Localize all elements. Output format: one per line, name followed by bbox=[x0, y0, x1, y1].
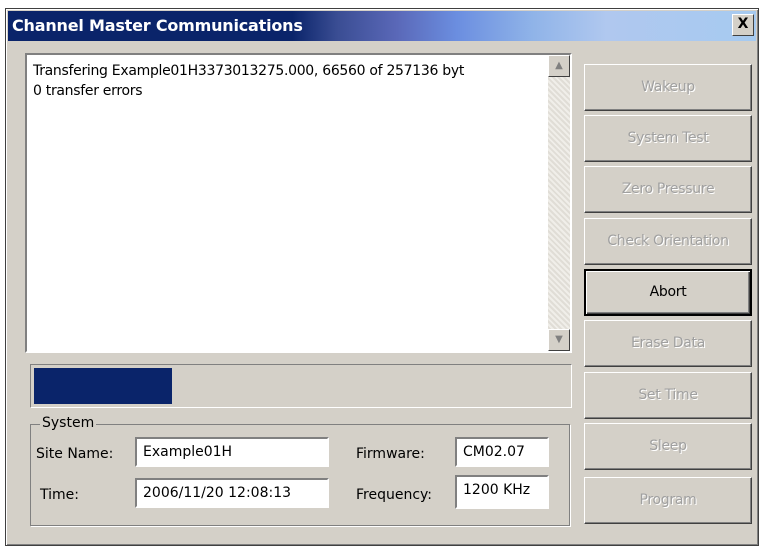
system-group-legend: System bbox=[40, 415, 97, 431]
transfer-log[interactable]: Transfering Example01H3373013275.000, 66… bbox=[25, 53, 572, 353]
close-button[interactable]: X bbox=[732, 14, 754, 36]
abort-button[interactable]: Abort bbox=[584, 269, 752, 316]
erase-data-button[interactable]: Erase Data bbox=[584, 320, 752, 367]
frequency-label: Frequency: bbox=[356, 487, 433, 503]
system-test-button[interactable]: System Test bbox=[584, 115, 752, 162]
site-name-label: Site Name: bbox=[36, 446, 114, 462]
firmware-label: Firmware: bbox=[356, 446, 425, 462]
log-line: Transfering Example01H3373013275.000, 66… bbox=[33, 63, 465, 79]
site-name-field[interactable]: Example01H bbox=[135, 437, 329, 467]
window-title: Channel Master Communications bbox=[12, 16, 303, 35]
scroll-up-arrow-icon[interactable]: ▲ bbox=[548, 55, 570, 77]
firmware-field[interactable]: CM02.07 bbox=[455, 437, 549, 467]
close-icon: X bbox=[737, 16, 749, 32]
log-scrollbar[interactable]: ▲ ▼ bbox=[548, 55, 570, 351]
progress-fill bbox=[34, 368, 172, 404]
time-label: Time: bbox=[40, 487, 79, 503]
scroll-down-arrow-icon[interactable]: ▼ bbox=[548, 329, 570, 351]
check-orientation-button[interactable]: Check Orientation bbox=[584, 218, 752, 265]
title-bar[interactable]: Channel Master Communications X bbox=[8, 11, 756, 41]
frequency-field[interactable]: 1200 KHz bbox=[455, 475, 549, 509]
transfer-progress-bar bbox=[30, 364, 572, 408]
program-button[interactable]: Program bbox=[584, 477, 752, 524]
log-line: 0 transfer errors bbox=[33, 83, 143, 99]
set-time-button[interactable]: Set Time bbox=[584, 372, 752, 419]
log-text: Transfering Example01H3373013275.000, 66… bbox=[33, 61, 542, 101]
zero-pressure-button[interactable]: Zero Pressure bbox=[584, 166, 752, 213]
time-field[interactable]: 2006/11/20 12:08:13 bbox=[135, 478, 329, 508]
wakeup-button[interactable]: Wakeup bbox=[584, 64, 752, 111]
sleep-button[interactable]: Sleep bbox=[584, 423, 752, 470]
